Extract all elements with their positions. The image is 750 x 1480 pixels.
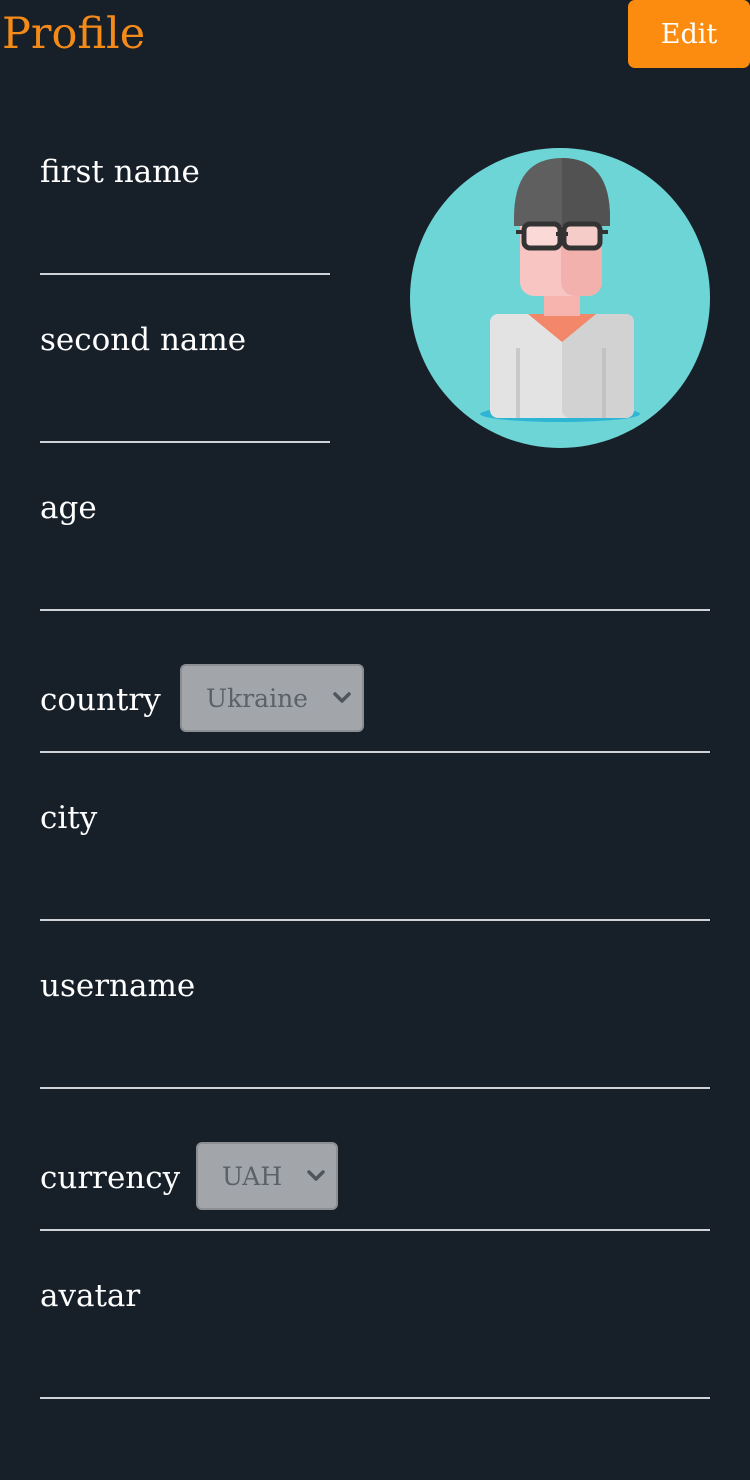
currency-divider	[40, 1229, 710, 1231]
currency-label: currency	[40, 1160, 181, 1196]
second-name-label: second name	[40, 322, 247, 358]
page-title: Profile	[2, 9, 146, 59]
username-label: username	[40, 968, 196, 1004]
first-name-field[interactable]	[40, 273, 330, 275]
avatar-label: avatar	[40, 1278, 141, 1314]
age-field[interactable]	[40, 609, 710, 611]
city-field[interactable]	[40, 919, 710, 921]
currency-select[interactable]: UAH	[196, 1142, 338, 1210]
country-divider	[40, 751, 710, 753]
second-name-field[interactable]	[40, 441, 330, 443]
first-name-label: first name	[40, 154, 200, 190]
edit-button[interactable]: Edit	[628, 0, 750, 68]
country-select-value: Ukraine	[206, 683, 308, 713]
currency-select-value: UAH	[222, 1161, 283, 1191]
chevron-down-icon	[322, 683, 362, 713]
avatar-field[interactable]	[40, 1397, 710, 1399]
country-label: country	[40, 682, 161, 718]
username-field[interactable]	[40, 1087, 710, 1089]
user-avatar-icon	[410, 148, 710, 448]
age-label: age	[40, 490, 97, 526]
city-label: city	[40, 800, 98, 836]
chevron-down-icon	[296, 1161, 336, 1191]
country-select[interactable]: Ukraine	[180, 664, 364, 732]
